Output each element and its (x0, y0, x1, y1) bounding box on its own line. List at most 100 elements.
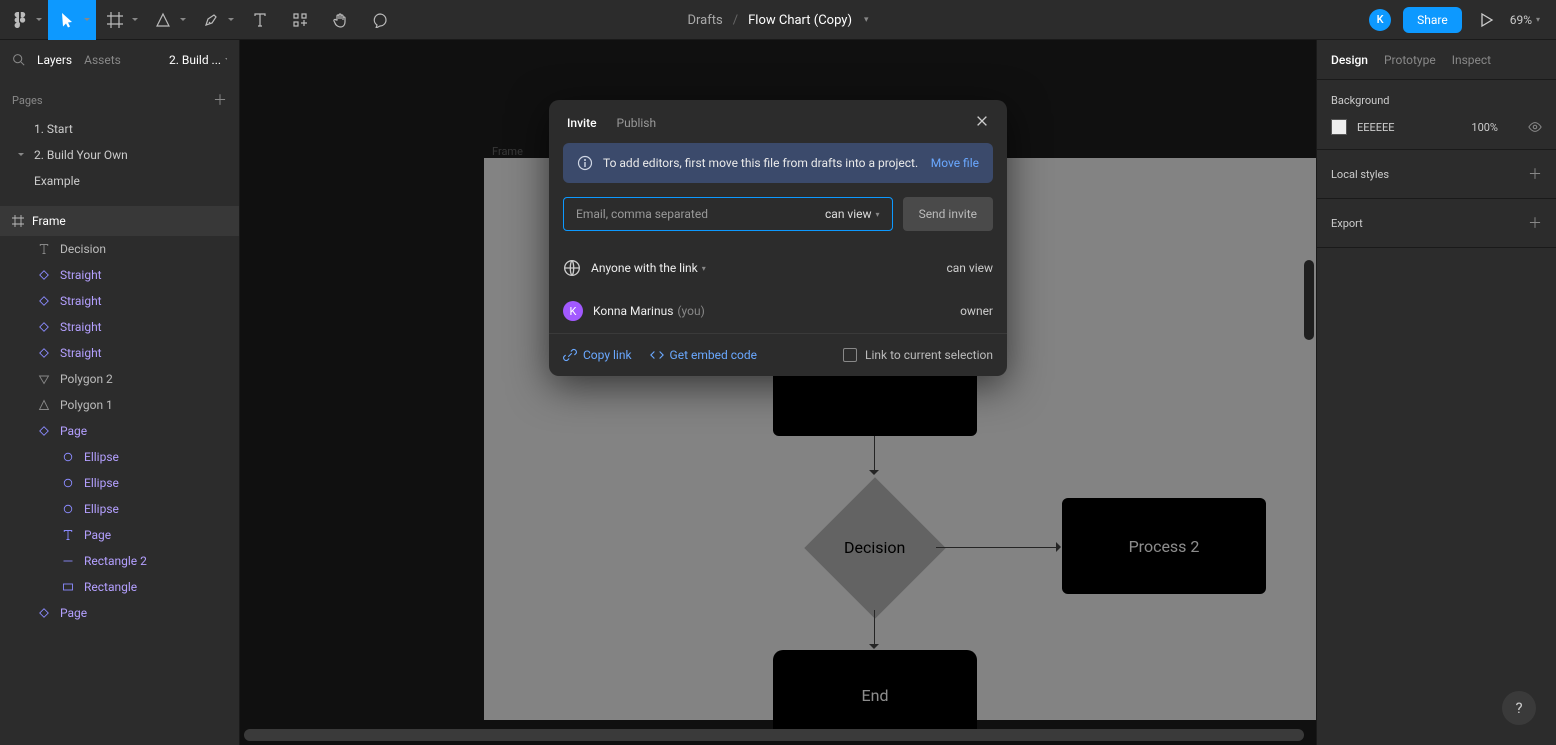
copy-link-button[interactable]: Copy link (563, 348, 632, 362)
layer-item[interactable]: Ellipse (0, 496, 239, 522)
share-button[interactable]: Share (1403, 7, 1462, 33)
present-button[interactable] (1474, 0, 1498, 40)
search-icon[interactable] (12, 53, 25, 66)
close-button[interactable] (975, 114, 989, 131)
user-role: owner (960, 304, 993, 318)
layer-item[interactable]: Page (0, 418, 239, 444)
layer-name: Ellipse (84, 450, 119, 464)
layer-frame[interactable]: Frame (0, 206, 239, 236)
visibility-icon[interactable] (1528, 120, 1542, 134)
layer-name: Straight (60, 268, 102, 282)
shape-tool-button[interactable] (144, 0, 192, 40)
code-icon (650, 348, 664, 362)
inspect-tab[interactable]: Inspect (1452, 53, 1491, 67)
prototype-tab[interactable]: Prototype (1384, 53, 1436, 67)
layer-item[interactable]: Polygon 1 (0, 392, 239, 418)
invite-tab[interactable]: Invite (567, 116, 597, 130)
user-you-label: (you) (677, 304, 704, 318)
figma-logo-icon (11, 12, 27, 28)
user-avatar: K (563, 301, 583, 321)
layer-name: Ellipse (84, 476, 119, 490)
assets-tab[interactable]: Assets (84, 53, 121, 67)
move-tool-button[interactable] (48, 0, 96, 40)
move-file-link[interactable]: Move file (931, 156, 979, 170)
right-panel: Design Prototype Inspect Background EEEE… (1316, 40, 1556, 745)
email-input[interactable]: Email, comma separated can view ▾ (563, 197, 893, 231)
rect-icon (62, 581, 74, 593)
layer-item[interactable]: Straight (0, 340, 239, 366)
layer-name: Polygon 2 (60, 372, 113, 386)
layer-item[interactable]: Decision (0, 236, 239, 262)
link-selection-checkbox[interactable] (843, 348, 857, 362)
hand-icon (332, 12, 348, 28)
triangle-icon (155, 12, 171, 28)
pen-tool-button[interactable] (192, 0, 240, 40)
text-tool-button[interactable] (240, 0, 280, 40)
line-icon (62, 555, 74, 567)
email-placeholder: Email, comma separated (576, 207, 708, 221)
anyone-with-link-label: Anyone with the link (591, 261, 698, 275)
pen-icon (203, 12, 219, 28)
background-hex[interactable]: EEEEEE (1357, 121, 1395, 134)
info-icon (577, 155, 593, 171)
layer-item[interactable]: Page (0, 600, 239, 626)
layer-item[interactable]: Ellipse (0, 444, 239, 470)
layer-item[interactable]: Straight (0, 314, 239, 340)
permission-dropdown[interactable]: can view ▾ (825, 207, 880, 221)
layer-name: Ellipse (84, 502, 119, 516)
layer-name: Rectangle 2 (84, 554, 147, 568)
local-styles-heading: Local styles (1331, 168, 1389, 181)
frame-icon (107, 12, 123, 28)
circle-icon (62, 503, 74, 515)
figma-menu-button[interactable] (0, 0, 48, 40)
link-access-row[interactable]: Anyone with the link ▾ can view (549, 247, 1007, 289)
design-tab[interactable]: Design (1331, 53, 1368, 67)
triangle-up-icon (38, 399, 50, 411)
background-opacity[interactable]: 100% (1471, 121, 1498, 134)
layer-item[interactable]: Ellipse (0, 470, 239, 496)
layer-item[interactable]: Rectangle 2 (0, 548, 239, 574)
add-export-button[interactable]: ＋ (1528, 213, 1542, 233)
help-button[interactable]: ? (1502, 691, 1536, 725)
page-item[interactable]: 2. Build Your Own (0, 142, 239, 168)
resources-tool-button[interactable] (280, 0, 320, 40)
layer-item[interactable]: Straight (0, 288, 239, 314)
page-item[interactable]: 1. Start (0, 116, 239, 142)
layer-item[interactable]: Straight (0, 262, 239, 288)
layer-name: Decision (60, 242, 106, 256)
layer-name: Rectangle (84, 580, 137, 594)
hand-tool-button[interactable] (320, 0, 360, 40)
share-modal: Invite Publish To add editors, first mov… (549, 100, 1007, 376)
copy-link-label: Copy link (583, 348, 632, 362)
info-banner: To add editors, first move this file fro… (563, 143, 993, 183)
layers-tab[interactable]: Layers (37, 53, 72, 67)
send-invite-button[interactable]: Send invite (903, 197, 993, 231)
zoom-dropdown[interactable]: 69% ▾ (1510, 13, 1540, 27)
anyone-role[interactable]: can view (946, 261, 993, 275)
pages-heading: Pages (12, 94, 43, 107)
layer-name: Straight (60, 346, 102, 360)
cursor-icon (59, 12, 75, 28)
layer-item[interactable]: Polygon 2 (0, 366, 239, 392)
layer-item[interactable]: Rectangle (0, 574, 239, 600)
layer-name: Page (84, 528, 111, 542)
comment-tool-button[interactable] (360, 0, 400, 40)
zoom-value: 69% (1510, 13, 1532, 27)
layer-item[interactable]: Page (0, 522, 239, 548)
frame-tool-button[interactable] (96, 0, 144, 40)
link-selection-label: Link to current selection (865, 348, 993, 362)
add-style-button[interactable]: ＋ (1528, 164, 1542, 184)
diamond-icon (38, 347, 50, 359)
horizontal-scrollbar[interactable] (244, 729, 1304, 741)
publish-tab[interactable]: Publish (617, 116, 657, 130)
document-title[interactable]: Drafts / Flow Chart (Copy) ▾ (687, 0, 868, 40)
diamond-icon (38, 425, 50, 437)
link-icon (563, 348, 577, 362)
color-swatch[interactable] (1331, 119, 1347, 135)
add-page-button[interactable]: ＋ (213, 90, 227, 110)
layer-name: Frame (32, 214, 66, 228)
page-selector[interactable]: 2. Build ... (169, 53, 227, 67)
embed-code-button[interactable]: Get embed code (650, 348, 757, 362)
user-avatar[interactable]: K (1369, 9, 1391, 31)
page-item[interactable]: Example (0, 168, 239, 194)
